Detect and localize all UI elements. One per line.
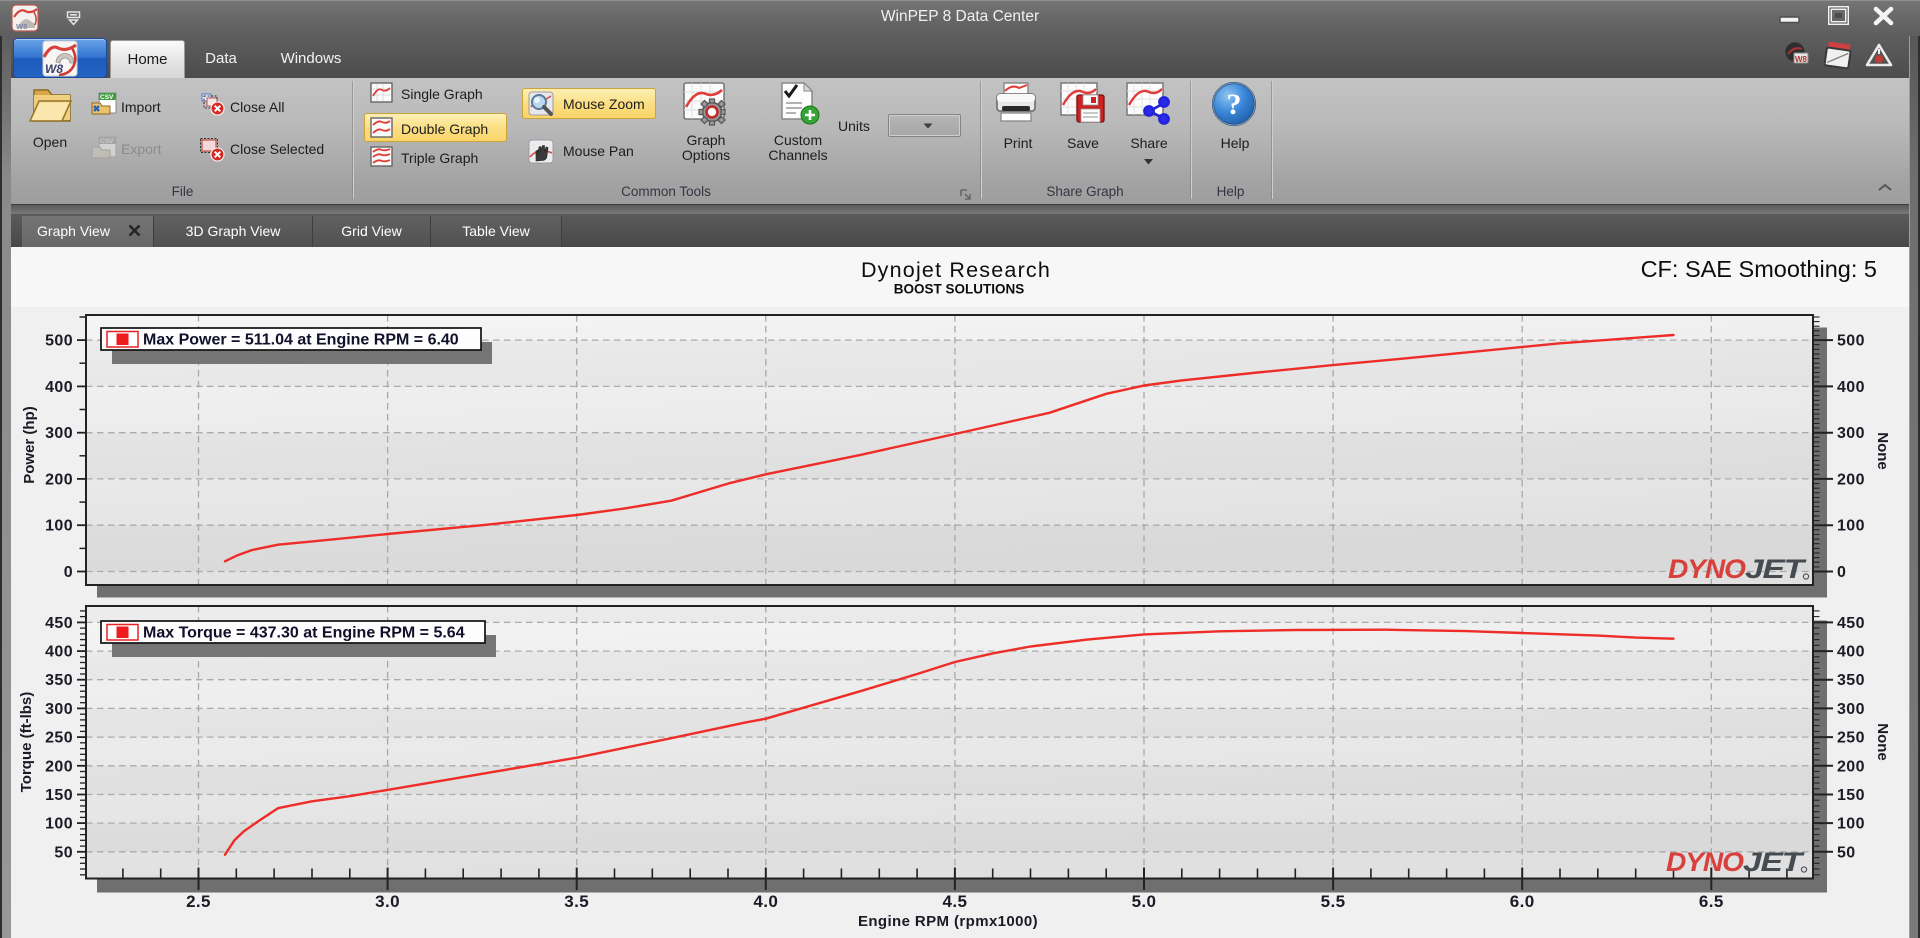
svg-text:2.5: 2.5	[186, 892, 211, 911]
svg-text:50: 50	[54, 844, 73, 861]
svg-text:3.0: 3.0	[375, 892, 400, 911]
svg-text:200: 200	[45, 471, 73, 488]
svg-text:50: 50	[1837, 844, 1856, 861]
svg-text:350: 350	[45, 672, 73, 689]
svg-text:BOOST SOLUTIONS: BOOST SOLUTIONS	[894, 282, 1025, 297]
svg-text:6.5: 6.5	[1699, 892, 1724, 911]
svg-text:350: 350	[1837, 672, 1865, 689]
svg-text:3.5: 3.5	[564, 892, 589, 911]
svg-text:400: 400	[45, 644, 73, 661]
svg-text:DYNO: DYNO	[1668, 554, 1746, 584]
svg-text:500: 500	[45, 333, 73, 350]
svg-text:None: None	[1874, 432, 1891, 470]
svg-text:0: 0	[1837, 564, 1846, 581]
svg-text:250: 250	[45, 730, 73, 747]
svg-text:100: 100	[1837, 816, 1865, 833]
svg-text:300: 300	[45, 701, 73, 718]
svg-text:Engine RPM (rpmx1000): Engine RPM (rpmx1000)	[858, 913, 1038, 930]
svg-text:Max Torque = 437.30 at Engine: Max Torque = 437.30 at Engine RPM = 5.64	[143, 625, 465, 642]
svg-text:450: 450	[45, 615, 73, 632]
svg-text:500: 500	[1837, 333, 1865, 350]
svg-text:JET: JET	[1743, 847, 1806, 877]
svg-text:100: 100	[45, 518, 73, 535]
svg-text:400: 400	[1837, 379, 1865, 396]
svg-text:Max Power = 511.04 at Engine R: Max Power = 511.04 at Engine RPM = 6.40	[143, 332, 459, 349]
svg-text:450: 450	[1837, 615, 1865, 632]
svg-text:W8: W8	[45, 62, 63, 76]
svg-text:400: 400	[1837, 644, 1865, 661]
svg-text:300: 300	[1837, 701, 1865, 718]
svg-text:200: 200	[1837, 471, 1865, 488]
svg-text:100: 100	[1837, 518, 1865, 535]
svg-text:300: 300	[1837, 425, 1865, 442]
svg-text:JET: JET	[1745, 554, 1808, 584]
svg-text:200: 200	[45, 758, 73, 775]
svg-text:?: ?	[1227, 88, 1242, 121]
svg-text:W8: W8	[1795, 55, 1808, 64]
svg-text:Power (hp): Power (hp)	[21, 406, 38, 484]
svg-text:150: 150	[45, 787, 73, 804]
svg-text:None: None	[1874, 723, 1891, 761]
svg-text:4.0: 4.0	[753, 892, 778, 911]
svg-text:5.0: 5.0	[1132, 892, 1157, 911]
svg-text:4.5: 4.5	[942, 892, 967, 911]
svg-text:400: 400	[45, 379, 73, 396]
svg-text:5.5: 5.5	[1321, 892, 1346, 911]
svg-text:CSV: CSV	[100, 138, 114, 145]
svg-text:Dynojet Research: Dynojet Research	[861, 258, 1051, 282]
svg-text:CF: SAE Smoothing: 5: CF: SAE Smoothing: 5	[1641, 256, 1877, 282]
svg-text:DYNO: DYNO	[1666, 847, 1744, 877]
svg-text:0: 0	[64, 564, 73, 581]
svg-text:200: 200	[1837, 758, 1865, 775]
svg-text:6.0: 6.0	[1510, 892, 1535, 911]
svg-text:CSV: CSV	[100, 94, 114, 101]
svg-text:Torque (ft-lbs): Torque (ft-lbs)	[18, 692, 35, 793]
svg-text:300: 300	[45, 425, 73, 442]
svg-text:W8: W8	[16, 22, 27, 31]
svg-text:250: 250	[1837, 730, 1865, 747]
svg-text:100: 100	[45, 816, 73, 833]
svg-text:150: 150	[1837, 787, 1865, 804]
